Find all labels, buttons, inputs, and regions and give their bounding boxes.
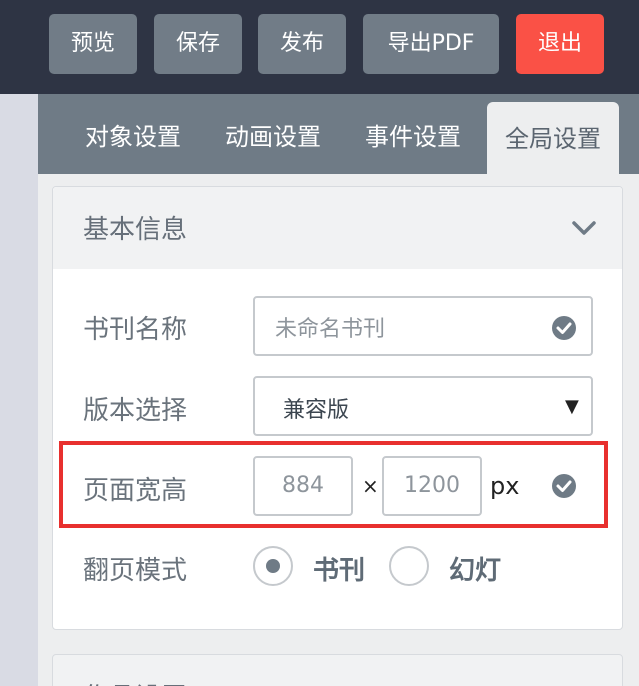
- check-circle-icon: [552, 316, 576, 340]
- book-name-placeholder: 未命名书刊: [275, 317, 386, 342]
- book-name-input[interactable]: 未命名书刊: [253, 296, 593, 356]
- basic-info-header[interactable]: 基本信息: [53, 187, 622, 269]
- caret-down-icon: ▼: [565, 396, 579, 417]
- save-button[interactable]: 保存: [154, 14, 242, 74]
- tab-global-settings[interactable]: 全局设置: [487, 102, 619, 174]
- tab-event-settings[interactable]: 事件设置: [348, 94, 478, 174]
- top-toolbar: 预览 保存 发布 导出PDF 退出: [0, 0, 639, 94]
- exit-button[interactable]: 退出: [516, 14, 604, 74]
- publish-button[interactable]: 发布: [258, 14, 346, 74]
- basic-info-title: 基本信息: [83, 215, 188, 245]
- book-name-label: 书刊名称: [83, 315, 188, 345]
- tab-animation-settings[interactable]: 动画设置: [208, 94, 338, 174]
- flip-mode-slide-label[interactable]: 幻灯: [449, 550, 501, 587]
- settings-tabbar: 对象设置 动画设置 事件设置 全局设置: [38, 94, 639, 174]
- version-select[interactable]: 兼容版 ▼: [253, 376, 593, 436]
- tab-object-settings[interactable]: 对象设置: [68, 94, 198, 174]
- version-label: 版本选择: [83, 396, 188, 426]
- radio-selected-dot: [266, 559, 280, 573]
- work-settings-title: 作品设置: [83, 677, 187, 686]
- flip-mode-slide-radio[interactable]: [389, 546, 429, 586]
- export-pdf-button[interactable]: 导出PDF: [363, 14, 499, 74]
- version-selected-value: 兼容版: [283, 398, 350, 423]
- left-canvas-strip: [0, 94, 38, 686]
- flip-mode-label: 翻页模式: [83, 556, 188, 586]
- preview-button[interactable]: 预览: [49, 14, 137, 74]
- page-size-highlight-box: [59, 441, 608, 528]
- chevron-down-icon[interactable]: [571, 215, 597, 241]
- flip-mode-book-radio[interactable]: [253, 546, 293, 586]
- flip-mode-book-label[interactable]: 书刊: [313, 550, 365, 587]
- work-settings-card[interactable]: 作品设置: [52, 654, 623, 686]
